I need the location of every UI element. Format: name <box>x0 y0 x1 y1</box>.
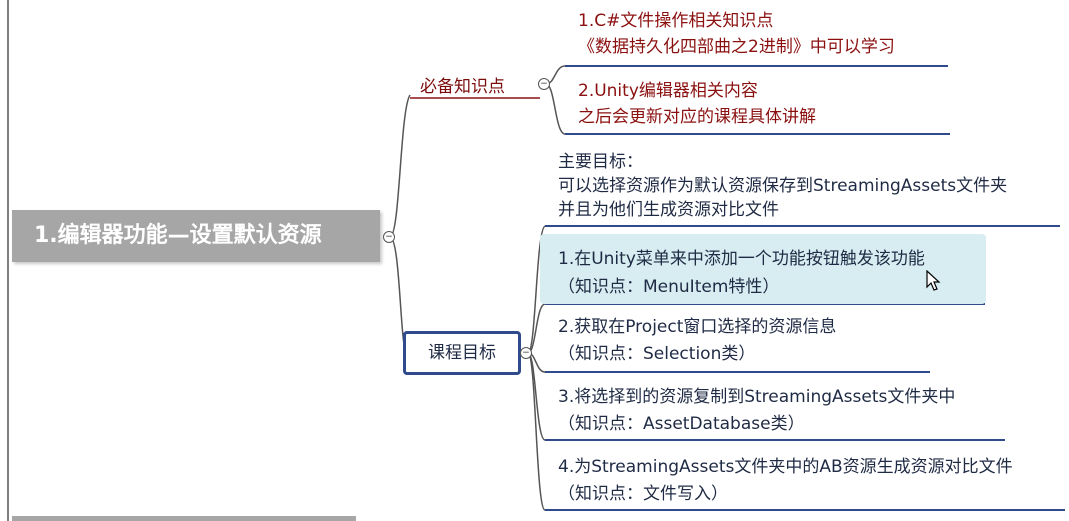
prereq-item-1-line1: 1.C#文件操作相关知识点 <box>578 11 774 31</box>
goal-item-4-line2: （知识点：文件写入） <box>558 484 728 504</box>
goal-item-4[interactable]: 4.为StreamingAssets文件夹中的AB资源生成资源对比文件 （知识点… <box>558 454 1013 508</box>
prereq-item-2[interactable]: 2.Unity编辑器相关内容 之后会更新对应的课程具体讲解 <box>578 78 816 130</box>
goal-item-1-line1: 1.在Unity菜单来中添加一个功能按钮触发该功能 <box>558 249 925 269</box>
collapse-minus-icon[interactable]: − <box>520 347 532 359</box>
prereq-item-1[interactable]: 1.C#文件操作相关知识点 《数据持久化四部曲之2进制》中可以学习 <box>578 8 895 60</box>
goal-item-3[interactable]: 3.将选择到的资源复制到StreamingAssets文件夹中 （知识点：Ass… <box>558 384 955 438</box>
root-title: 1.编辑器功能—设置默认资源 <box>34 223 322 248</box>
collapse-minus-icon[interactable]: − <box>383 231 395 243</box>
prereq-branch-label[interactable]: 必备知识点 <box>420 72 505 97</box>
goals-branch-node[interactable]: 课程目标 <box>403 331 521 375</box>
goal-item-1[interactable]: 1.在Unity菜单来中添加一个功能按钮触发该功能 （知识点：MenuItem特… <box>558 245 925 301</box>
prereq-item-2-line1: 2.Unity编辑器相关内容 <box>578 81 758 101</box>
goal-item-2-line2: （知识点：Selection类） <box>558 344 756 364</box>
goal-item-4-line1: 4.为StreamingAssets文件夹中的AB资源生成资源对比文件 <box>558 457 1013 477</box>
main-goal-line2: 可以选择资源作为默认资源保存到StreamingAssets文件夹 <box>558 176 1008 196</box>
main-goal-line3: 并且为他们生成资源对比文件 <box>558 200 779 220</box>
prereq-item-2-line2: 之后会更新对应的课程具体讲解 <box>578 107 816 127</box>
collapse-minus-icon[interactable]: − <box>538 78 550 90</box>
goal-item-3-line1: 3.将选择到的资源复制到StreamingAssets文件夹中 <box>558 387 956 407</box>
goals-branch-label: 课程目标 <box>428 343 496 363</box>
next-root-node-edge <box>12 516 356 521</box>
main-goal-node[interactable]: 主要目标： 可以选择资源作为默认资源保存到StreamingAssets文件夹 … <box>558 150 1007 222</box>
goal-item-3-line2: （知识点：AssetDatabase类） <box>558 414 805 434</box>
goal-item-1-line2: （知识点：MenuItem特性） <box>558 277 780 297</box>
prereq-item-1-line2: 《数据持久化四部曲之2进制》中可以学习 <box>578 37 895 57</box>
mouse-cursor-icon <box>926 270 941 291</box>
goal-item-2[interactable]: 2.获取在Project窗口选择的资源信息 （知识点：Selection类） <box>558 314 836 368</box>
goal-item-2-line1: 2.获取在Project窗口选择的资源信息 <box>558 317 837 337</box>
root-node[interactable]: 1.编辑器功能—设置默认资源 <box>12 210 380 262</box>
main-goal-line1: 主要目标： <box>558 152 643 172</box>
